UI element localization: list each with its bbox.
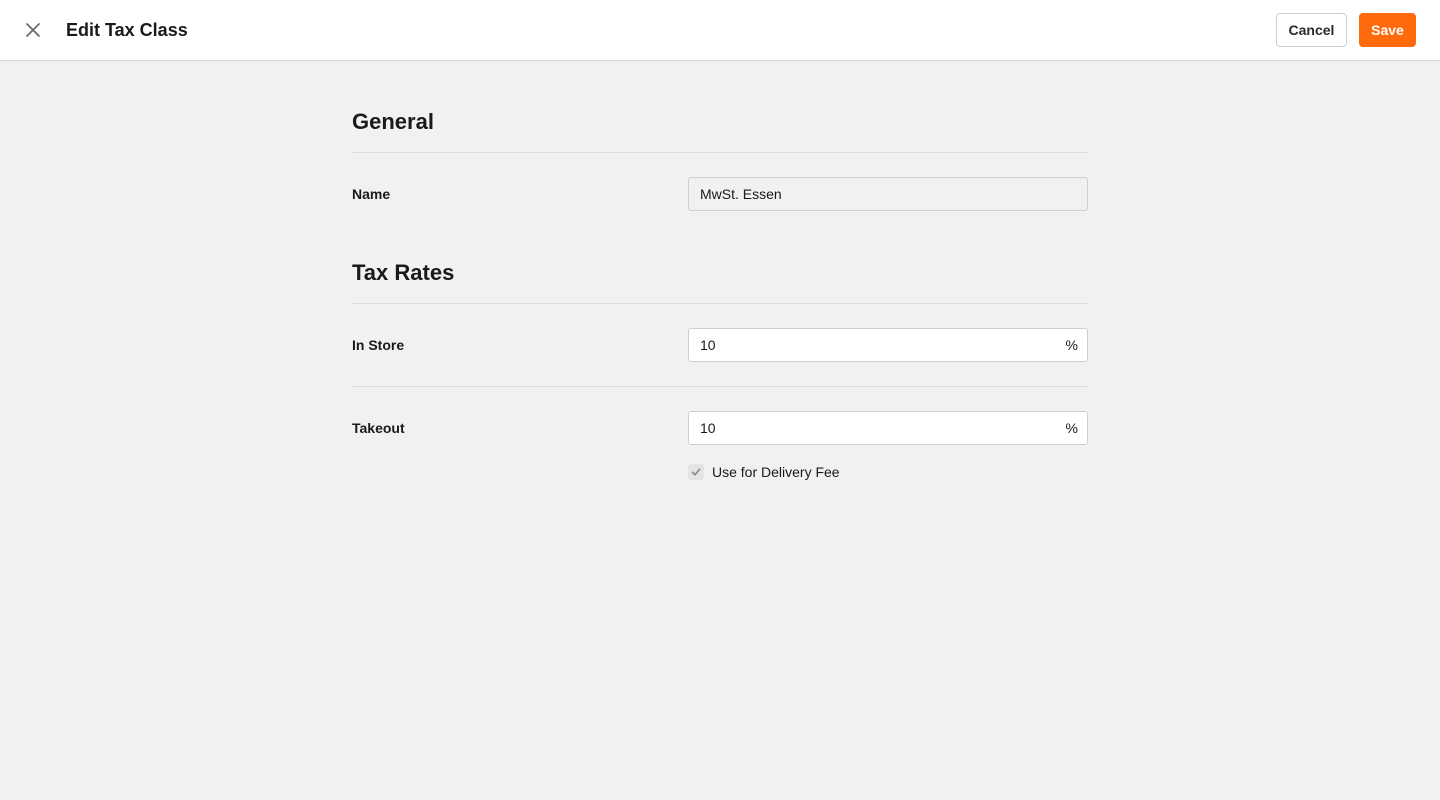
divider [352,386,1088,387]
in-store-label: In Store [352,337,405,353]
save-button[interactable]: Save [1359,13,1416,47]
percent-suffix: % [1065,337,1078,353]
in-store-rate-field[interactable]: % [688,328,1088,362]
delivery-fee-label: Use for Delivery Fee [712,464,840,480]
name-label: Name [352,186,391,202]
in-store-rate-input[interactable] [689,329,1066,361]
name-field[interactable] [688,177,1088,211]
tax-rates-section-title: Tax Rates [352,260,455,285]
page-title: Edit Tax Class [66,20,188,40]
top-bar: Edit Tax Class Cancel Save [0,0,1440,61]
takeout-rate-input[interactable] [689,412,1066,444]
checkmark-icon [691,468,701,476]
divider [352,152,1088,153]
percent-suffix: % [1065,420,1078,436]
name-input[interactable] [689,178,1087,210]
delivery-fee-checkbox[interactable] [688,464,704,480]
general-section-title: General [352,109,434,134]
cancel-button[interactable]: Cancel [1276,13,1347,47]
close-icon[interactable] [21,18,45,42]
delivery-fee-option[interactable]: Use for Delivery Fee [688,464,840,480]
divider [352,303,1088,304]
takeout-rate-field[interactable]: % [688,411,1088,445]
takeout-label: Takeout [352,420,405,436]
